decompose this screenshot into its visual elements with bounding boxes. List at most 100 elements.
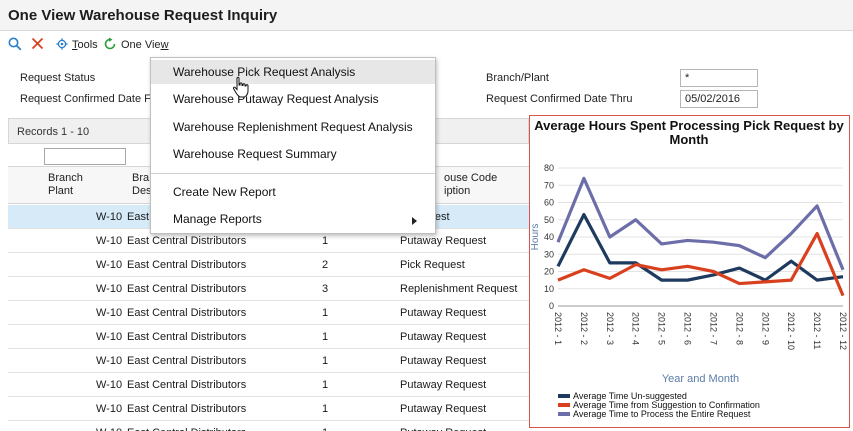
- cell-code: 1: [322, 427, 328, 431]
- x-tick-label: 2012 - 6: [683, 312, 693, 345]
- column-branch-description-line2: Des: [132, 185, 152, 197]
- cell-request-type: Putaway Request: [400, 331, 487, 343]
- table-row[interactable]: W-10 East Central Distributors 2 Pick Reque…: [8, 253, 529, 277]
- x-tick-label: 2012 - 11: [812, 312, 822, 349]
- x-tick-label: 2012 - 12: [838, 312, 848, 350]
- cell-request-type: Pick Request: [400, 259, 465, 271]
- cell-branch-plant: W-10: [96, 259, 123, 271]
- cell-branch-plant: W-10: [96, 331, 123, 343]
- cell-branch-plant: W-10: [96, 379, 123, 391]
- cell-branch-description: East: [127, 211, 150, 223]
- cell-branch-description: East Central Distributors: [127, 307, 247, 319]
- menu-item-putaway-request-analysis[interactable]: Warehouse Putaway Request Analysis: [151, 87, 435, 111]
- one-view-menu: Warehouse Pick Request Analysis Warehous…: [150, 57, 436, 234]
- submenu-arrow-icon: [412, 217, 417, 225]
- x-tick-label: 2012 - 2: [579, 312, 589, 345]
- request-confirmed-thru-label: Request Confirmed Date Thru: [486, 93, 633, 105]
- table-row[interactable]: W-10 East Central Distributors 1 Putaway Re…: [8, 397, 529, 421]
- tools-label-rest: ools: [77, 39, 98, 51]
- request-confirmed-thru-input[interactable]: 05/02/2016: [680, 90, 758, 108]
- refresh-icon[interactable]: [103, 37, 117, 51]
- cell-code: 3: [322, 283, 329, 295]
- menu-item-manage-reports[interactable]: Manage Reports: [151, 207, 435, 231]
- cell-request-type: Putaway Request: [400, 379, 487, 391]
- close-icon[interactable]: [31, 37, 44, 50]
- hand-cursor-icon: [232, 76, 249, 98]
- cell-branch-plant: W-10: [96, 307, 123, 319]
- x-tick-label: 2012 - 1: [553, 312, 563, 345]
- cell-request-type: Putaway Request: [400, 403, 487, 415]
- cell-branch-description: East Central Distributors: [127, 427, 246, 431]
- one-view-button[interactable]: One View: [121, 39, 169, 51]
- x-tick-label: 2012 - 10: [786, 312, 796, 350]
- column-branch-plant[interactable]: Branch Plant: [48, 172, 83, 198]
- cell-branch-description: East Central Distributors: [127, 283, 247, 295]
- manage-reports-label: Manage Reports: [173, 212, 262, 226]
- request-status-label: Request Status: [20, 72, 96, 84]
- request-confirmed-from-label: Request Confirmed Date Fro: [20, 93, 161, 105]
- cell-branch-plant: W-10: [96, 211, 123, 223]
- table-row[interactable]: W-10 East Central Distributors 1 Putaway Re…: [8, 373, 529, 397]
- cell-code: 1: [322, 235, 329, 247]
- column-request-type-line2: iption: [444, 185, 471, 197]
- cell-branch-plant: W-10: [96, 283, 123, 295]
- x-tick-label: 2012 - 3: [605, 312, 615, 345]
- cell-code: 2: [322, 259, 329, 271]
- x-tick-label: 2012 - 7: [708, 312, 718, 345]
- branch-plant-input[interactable]: *: [680, 69, 758, 87]
- line-chart: 0 10 20 30 40 50 60 70 80 Hours 2012 - 1 2012 - 2 20…: [530, 163, 848, 419]
- records-count: Records 1 - 10: [17, 126, 90, 138]
- column-request-type[interactable]: ouse Code iption: [444, 172, 497, 198]
- search-icon[interactable]: [8, 37, 22, 51]
- title-bar: One View Warehouse Request Inquiry: [0, 0, 853, 31]
- y-tick-label: 20: [544, 267, 554, 277]
- cell-code: 1: [322, 307, 329, 319]
- menu-item-request-summary[interactable]: Warehouse Request Summary: [151, 142, 435, 166]
- y-tick-label: 80: [544, 163, 554, 173]
- one-view-accesskey: w: [160, 39, 169, 51]
- cell-branch-description: East Central Distributors: [127, 403, 247, 415]
- y-tick-label: 40: [544, 232, 554, 242]
- table-row[interactable]: W-10 East Central Distributors 1 Putaway Re…: [8, 325, 529, 349]
- menu-item-pick-request-analysis[interactable]: Warehouse Pick Request Analysis: [151, 60, 435, 84]
- one-view-label: One Vie: [121, 39, 161, 51]
- x-tick-label: 2012 - 9: [760, 312, 770, 345]
- cell-branch-plant: W-10: [96, 355, 123, 367]
- column-branch-plant-line2: Plant: [48, 185, 74, 197]
- cell-code: 1: [322, 403, 329, 415]
- table-row[interactable]: W-10 East Central Distributors 1 Putaway Re…: [8, 421, 529, 431]
- table-row[interactable]: W-10 East Central Distributors 1 Putaway Re…: [8, 301, 529, 325]
- legend-label: Average Time to Process the Entire Reque…: [573, 409, 751, 419]
- cell-code: 1: [322, 355, 329, 367]
- column-branch-description-line1: Bra: [132, 172, 150, 184]
- column-branch-plant-line1: Branch: [48, 172, 83, 184]
- branch-plant-filter-input[interactable]: [44, 148, 126, 165]
- y-axis-label: Hours: [530, 224, 541, 251]
- page-title: One View Warehouse Request Inquiry: [8, 7, 278, 24]
- cell-branch-description: East Central Distributors: [127, 259, 247, 271]
- branch-plant-label: Branch/Plant: [486, 72, 549, 84]
- cell-branch-description: East Central Distributors: [127, 355, 247, 367]
- menu-item-create-new-report[interactable]: Create New Report: [151, 180, 435, 204]
- cell-request-type: Putaway Request: [400, 427, 486, 431]
- y-tick-label: 10: [544, 284, 554, 294]
- cell-request-type: Putaway Request: [400, 235, 487, 247]
- pick-request-chart-panel: Average Hours Spent Processing Pick Requ…: [529, 115, 850, 428]
- cell-request-type: Putaway Request: [400, 307, 487, 319]
- cell-code: 1: [322, 331, 329, 343]
- cell-request-type: Replenishment Request: [400, 283, 518, 295]
- x-tick-label: 2012 - 4: [631, 312, 641, 345]
- tools-button[interactable]: Tools: [72, 39, 98, 51]
- x-tick-label: 2012 - 5: [657, 312, 667, 345]
- cell-branch-plant: W-10: [96, 427, 122, 431]
- menu-item-replenishment-request-analysis[interactable]: Warehouse Replenishment Request Analysis: [151, 115, 435, 139]
- gear-icon[interactable]: [56, 38, 68, 50]
- table-row[interactable]: W-10 East Central Distributors 3 Replenishm…: [8, 277, 529, 301]
- cell-branch-description: East Central Distributors: [127, 235, 247, 247]
- column-branch-description[interactable]: Bra Des: [132, 172, 152, 198]
- series-line-2: [556, 176, 845, 271]
- y-tick-label: 30: [544, 249, 554, 259]
- table-row[interactable]: W-10 East Central Distributors 1 Putaway Re…: [8, 349, 529, 373]
- cell-request-type: Putaway Request: [400, 355, 487, 367]
- x-tick-label: 2012 - 8: [734, 312, 744, 345]
